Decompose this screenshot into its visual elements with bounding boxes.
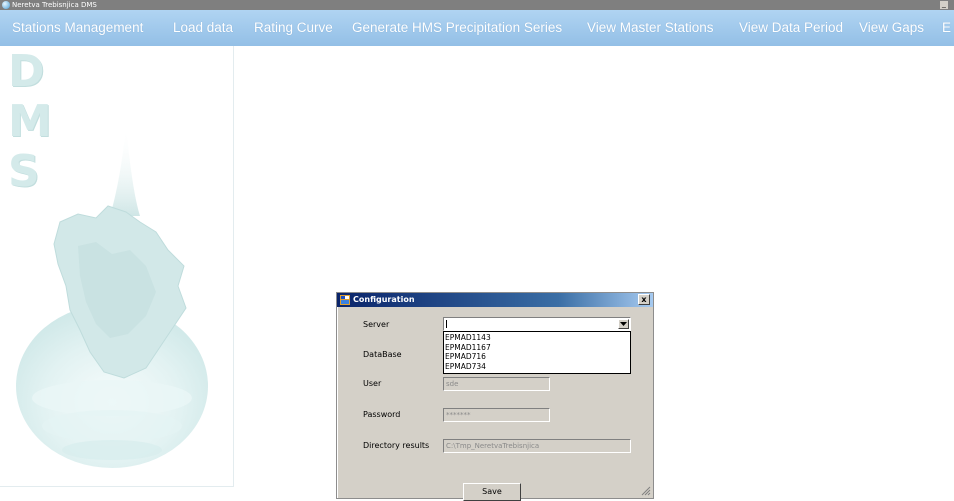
menu-generate-hms-precipitation-series[interactable]: Generate HMS Precipitation Series [352,10,562,46]
menu-view-data-period[interactable]: View Data Period [739,10,843,46]
dialog-title: Configuration [353,295,415,304]
chevron-down-icon[interactable] [618,319,629,329]
user-label: User [363,379,382,388]
directory-results-label: Directory results [363,441,430,450]
save-button[interactable]: Save [463,483,521,501]
server-label: Server [363,320,390,329]
menu-load-data[interactable]: Load data [173,10,233,46]
menu-item-truncated[interactable]: E [942,10,951,46]
water-drop-map-illustration [16,126,208,468]
menu-stations-management[interactable]: Stations Management [12,10,143,46]
server-option[interactable]: EPMAD1143 [445,333,630,343]
menu-rating-curve[interactable]: Rating Curve [254,10,333,46]
side-logo-panel: D M S [0,46,234,487]
server-option[interactable]: EPMAD716 [445,352,630,362]
window-titlebar: Neretva Trebisnjica DMS _ [0,0,954,10]
database-label: DataBase [363,350,402,359]
main-menu-bar: Stations Management Load data Rating Cur… [0,10,954,46]
configuration-dialog: Configuration x Server EPMAD1143 EPMAD11… [336,292,654,501]
menu-view-master-stations[interactable]: View Master Stations [587,10,714,46]
form-icon [340,295,350,305]
menu-view-gaps[interactable]: View Gaps [859,10,924,46]
password-label: Password [363,410,401,419]
close-icon[interactable]: x [638,294,650,305]
directory-results-field[interactable]: C:\Tmp_NeretvaTrebisnjica [443,439,631,453]
password-field[interactable]: ******* [443,408,550,422]
server-combobox[interactable] [443,317,631,331]
minimize-button[interactable]: _ [940,1,948,9]
window-title: Neretva Trebisnjica DMS [12,1,97,9]
app-icon [2,1,10,9]
resize-grip-icon[interactable] [641,486,651,496]
server-option[interactable]: EPMAD1167 [445,343,630,353]
user-field[interactable]: sde [443,377,550,391]
server-option[interactable]: EPMAD734 [445,362,630,372]
text-caret [446,320,447,328]
server-dropdown-list: EPMAD1143 EPMAD1167 EPMAD716 EPMAD734 [443,331,631,374]
dialog-caption: Configuration x [337,293,653,307]
